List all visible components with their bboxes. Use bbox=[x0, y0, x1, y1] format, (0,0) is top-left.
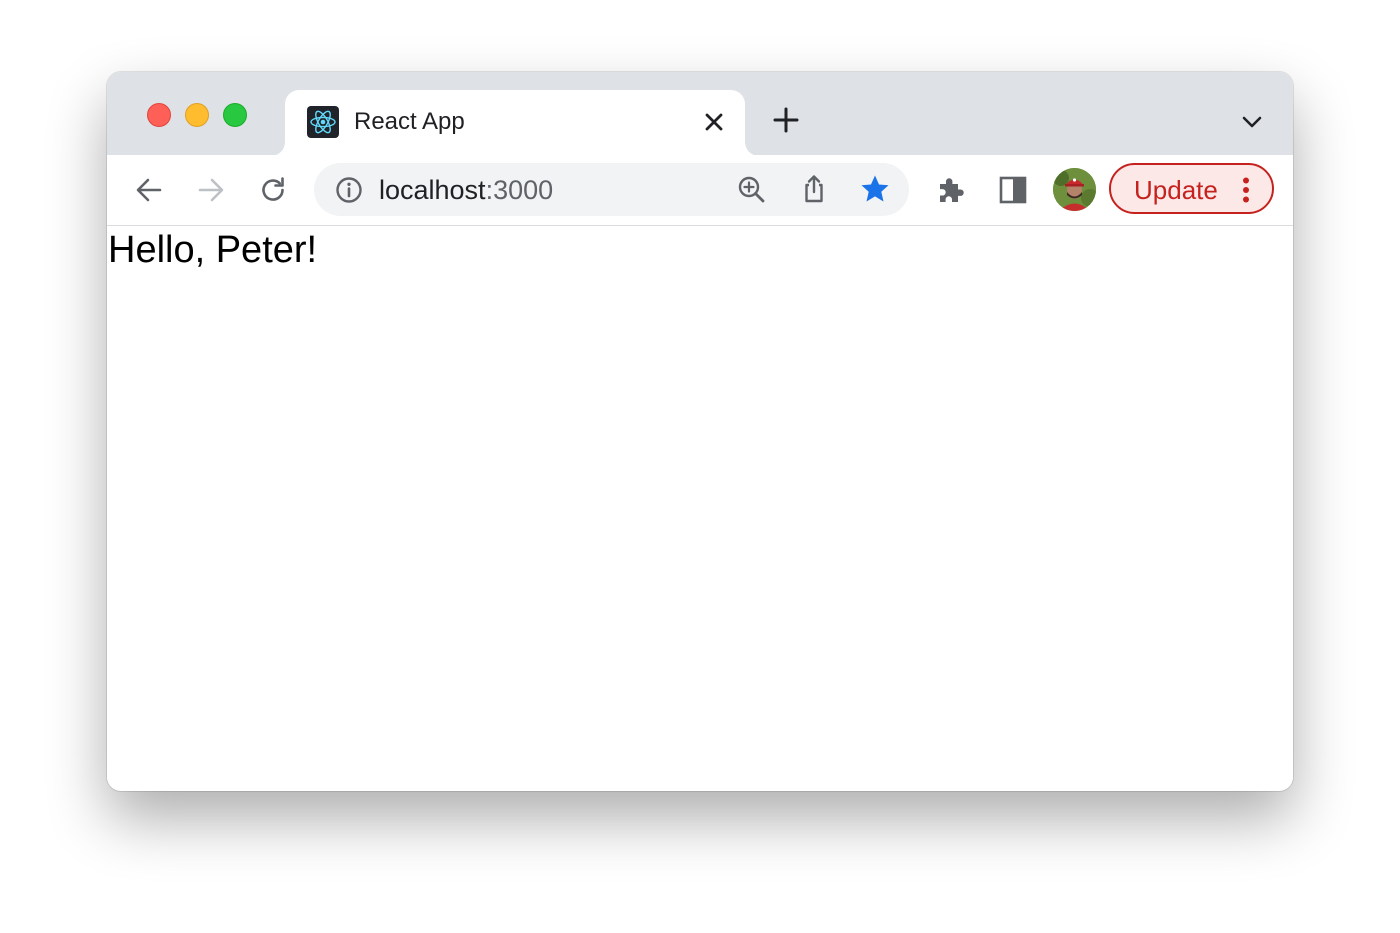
address-host: localhost bbox=[379, 175, 486, 205]
tab-title: React App bbox=[354, 108, 465, 135]
info-icon[interactable] bbox=[334, 175, 364, 205]
new-tab-plus-icon[interactable] bbox=[771, 105, 801, 135]
browser-window: React App localhost:3000 Update Hello, P… bbox=[107, 72, 1293, 791]
tab-react-app[interactable]: React App bbox=[285, 90, 745, 156]
zoom-window-button[interactable] bbox=[223, 103, 247, 127]
close-tab-icon[interactable] bbox=[699, 107, 729, 137]
address-bar[interactable]: localhost:3000 bbox=[314, 163, 909, 216]
minimize-window-button[interactable] bbox=[185, 103, 209, 127]
page-content: Hello, Peter! bbox=[107, 226, 1293, 791]
star-icon[interactable] bbox=[859, 173, 891, 205]
profile-avatar[interactable] bbox=[1053, 168, 1096, 211]
update-button[interactable]: Update bbox=[1109, 163, 1274, 214]
address-text: localhost:3000 bbox=[379, 175, 553, 205]
forward-arrow-icon[interactable] bbox=[195, 174, 227, 206]
close-window-button[interactable] bbox=[147, 103, 171, 127]
tab-strip: React App bbox=[107, 72, 1293, 156]
extensions-puzzle-icon[interactable] bbox=[935, 174, 967, 206]
more-vert-icon[interactable] bbox=[1242, 177, 1250, 203]
back-arrow-icon[interactable] bbox=[133, 174, 165, 206]
side-panel-icon[interactable] bbox=[997, 174, 1029, 206]
share-icon[interactable] bbox=[798, 173, 830, 205]
update-label: Update bbox=[1134, 175, 1218, 205]
browser-toolbar: localhost:3000 Update bbox=[107, 155, 1293, 226]
greeting-text: Hello, Peter! bbox=[108, 229, 318, 271]
address-port: :3000 bbox=[485, 175, 554, 205]
zoom-in-icon[interactable] bbox=[736, 174, 768, 206]
reload-icon[interactable] bbox=[257, 174, 289, 206]
tab-search-chevron-down-icon[interactable] bbox=[1239, 109, 1265, 135]
react-logo-icon bbox=[307, 106, 339, 138]
